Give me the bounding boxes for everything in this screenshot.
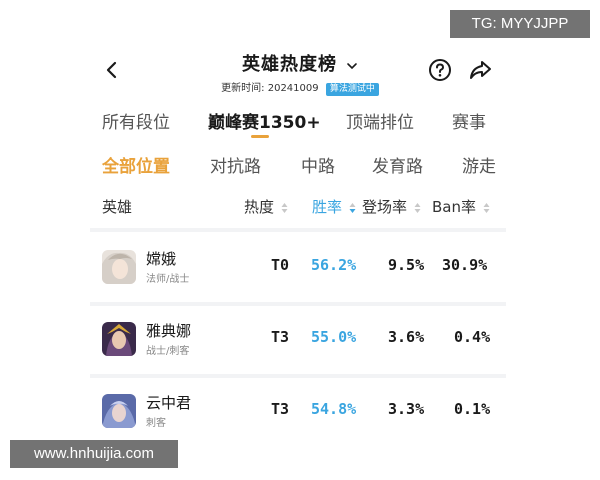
position-mid-lane[interactable]: 中路 xyxy=(301,152,335,177)
hero-role: 刺客 xyxy=(146,418,166,429)
heat-tier: T0 xyxy=(271,256,290,274)
table-row[interactable]: 嫦娥 法师/战士 T0 56.2% 9.5% 30.9% xyxy=(90,234,506,302)
column-ban-rate-label: Ban率 xyxy=(432,198,476,216)
update-time-value: 20241009 xyxy=(267,83,319,94)
sort-icon xyxy=(281,202,288,213)
hero-name: 嫦娥 xyxy=(146,250,177,268)
tab-top-ranked[interactable]: 顶端排位 xyxy=(346,108,414,133)
active-tab-indicator xyxy=(251,135,269,138)
appearance-rate-value: 3.6% xyxy=(388,328,425,346)
table-row[interactable]: 云中君 刺客 T3 54.8% 3.3% 0.1% xyxy=(90,378,506,442)
hero-avatar xyxy=(102,322,136,356)
appearance-rate-value: 9.5% xyxy=(388,256,425,274)
watermark-bottom: www.hnhuijia.com xyxy=(10,440,178,468)
position-roam[interactable]: 游走 xyxy=(462,152,496,177)
sort-icon xyxy=(414,202,421,213)
column-heat-label: 热度 xyxy=(244,198,275,216)
win-rate-value: 55.0% xyxy=(311,328,357,346)
hero-name: 雅典娜 xyxy=(146,322,192,340)
hero-name: 云中君 xyxy=(146,394,192,412)
page-title: 英雄热度榜 xyxy=(241,54,337,75)
table-row[interactable]: 雅典娜 战士/刺客 T3 55.0% 3.6% 0.4% xyxy=(90,306,506,374)
ban-rate-value: 0.1% xyxy=(454,400,491,418)
page-title-dropdown[interactable]: 英雄热度榜 xyxy=(210,50,390,76)
hero-avatar xyxy=(102,394,136,428)
heat-tier: T3 xyxy=(271,400,290,418)
position-clash-lane[interactable]: 对抗路 xyxy=(210,152,261,177)
title-block: 英雄热度榜 更新时间: 20241009 算法测试中 xyxy=(210,50,390,96)
column-hero: 英雄 xyxy=(102,198,133,216)
app-screen: 英雄热度榜 更新时间: 20241009 算法测试中 所有段位 巅峰赛1350+… xyxy=(90,38,506,442)
heat-tier: T3 xyxy=(271,328,290,346)
column-appearance-rate[interactable]: 登场率 xyxy=(362,196,421,217)
column-appearance-rate-label: 登场率 xyxy=(362,198,408,216)
update-time-label: 更新时间: xyxy=(221,83,265,94)
sort-desc-icon xyxy=(349,202,356,213)
hero-role: 战士/刺客 xyxy=(146,346,190,357)
ban-rate-value: 0.4% xyxy=(454,328,491,346)
column-win-rate[interactable]: 胜率 xyxy=(312,196,356,217)
update-time: 更新时间: 20241009 算法测试中 xyxy=(210,79,390,96)
tab-peak-1350[interactable]: 巅峰赛1350+ xyxy=(208,108,321,133)
position-farm-lane[interactable]: 发育路 xyxy=(372,152,423,177)
hero-role: 法师/战士 xyxy=(146,274,190,285)
hero-avatar xyxy=(102,250,136,284)
appearance-rate-value: 3.3% xyxy=(388,400,425,418)
chevron-down-icon xyxy=(347,62,357,69)
position-all[interactable]: 全部位置 xyxy=(102,152,170,177)
tab-all-ranks[interactable]: 所有段位 xyxy=(102,108,170,133)
tab-tournament[interactable]: 赛事 xyxy=(452,108,486,133)
ban-rate-value: 30.9% xyxy=(442,256,488,274)
share-icon[interactable] xyxy=(468,58,492,82)
row-divider xyxy=(90,228,506,232)
column-heat[interactable]: 热度 xyxy=(244,196,288,217)
column-win-rate-label: 胜率 xyxy=(312,198,343,216)
column-ban-rate[interactable]: Ban率 xyxy=(432,196,490,217)
win-rate-value: 56.2% xyxy=(311,256,357,274)
hero-ranking-card: 英雄热度榜 更新时间: 20241009 算法测试中 所有段位 巅峰赛1350+… xyxy=(90,38,506,442)
win-rate-value: 54.8% xyxy=(311,400,357,418)
back-arrow-icon[interactable] xyxy=(102,60,122,80)
watermark-top: TG: MYYJJPP xyxy=(450,10,590,38)
algo-test-badge: 算法测试中 xyxy=(325,83,379,96)
sort-icon xyxy=(483,202,490,213)
help-icon[interactable] xyxy=(428,58,452,82)
